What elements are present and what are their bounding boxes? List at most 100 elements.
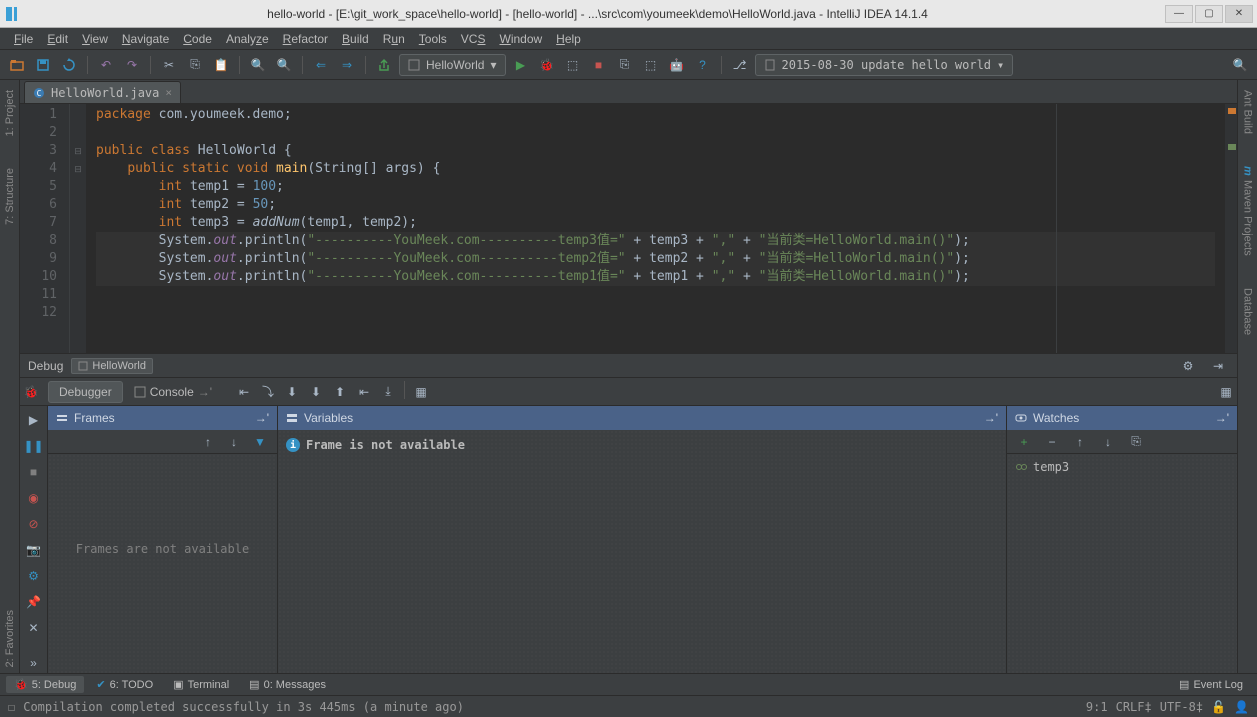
prev-frame-icon[interactable]: ↑ xyxy=(197,431,219,453)
remove-watch-icon[interactable]: − xyxy=(1041,431,1063,453)
tool-tab-ant[interactable]: Ant Build xyxy=(1240,84,1256,140)
variables-body[interactable]: i Frame is not available xyxy=(278,430,1006,673)
step-over-icon[interactable]: ⤵ xyxy=(257,381,279,403)
menu-build[interactable]: Build xyxy=(336,30,375,48)
attach-icon[interactable]: ⎘ xyxy=(614,54,636,76)
make-icon[interactable] xyxy=(373,54,395,76)
dump-icon[interactable]: 📷 xyxy=(24,540,44,560)
menu-navigate[interactable]: Navigate xyxy=(116,30,175,48)
refresh-icon[interactable] xyxy=(58,54,80,76)
tool-tab-maven[interactable]: m Maven Projects xyxy=(1240,160,1256,262)
search-icon[interactable]: 🔍 xyxy=(1229,54,1251,76)
add-watch-icon[interactable]: + xyxy=(1013,431,1035,453)
menu-file[interactable]: File xyxy=(8,30,39,48)
menu-edit[interactable]: Edit xyxy=(41,30,74,48)
move-down-icon[interactable]: ↓ xyxy=(1097,431,1119,453)
drop-frame-icon[interactable]: ⇤ xyxy=(353,381,375,403)
editor-tab-helloworld[interactable]: C HelloWorld.java × xyxy=(24,81,181,103)
watches-body[interactable]: temp3 xyxy=(1007,454,1237,673)
debug-bug-icon[interactable]: 🐞 xyxy=(20,381,42,403)
bottom-tab-debug[interactable]: 🐞 5: Debug xyxy=(6,676,84,693)
gear-icon[interactable]: ⚙ xyxy=(1177,355,1199,377)
tab-console[interactable]: Console →' xyxy=(123,381,223,403)
hide-icon[interactable]: ⇥ xyxy=(1207,355,1229,377)
resume-icon[interactable]: ▶ xyxy=(24,410,44,430)
layout-icon[interactable]: ▦ xyxy=(1215,381,1237,403)
tab-debugger[interactable]: Debugger xyxy=(48,381,123,403)
pause-icon[interactable]: ❚❚ xyxy=(24,436,44,456)
close-icon[interactable]: ✕ xyxy=(24,618,44,638)
step-into-icon[interactable]: ⬇ xyxy=(281,381,303,403)
vcs-log-dropdown[interactable]: 2015-08-30 update hello world ▾ xyxy=(755,54,1014,76)
code-area[interactable]: package com.youmeek.demo; public class H… xyxy=(86,104,1225,353)
collapse-icon[interactable]: →' xyxy=(984,411,998,425)
step-out-icon[interactable]: ⬆ xyxy=(329,381,351,403)
more-icon[interactable]: » xyxy=(24,653,44,673)
frames-body[interactable]: Frames are not available xyxy=(48,454,277,673)
editor-overview-ruler[interactable] xyxy=(1225,104,1237,353)
bottom-tab-messages[interactable]: ▤ 0: Messages xyxy=(241,676,334,693)
redo-icon[interactable]: ↷ xyxy=(121,54,143,76)
move-up-icon[interactable]: ↑ xyxy=(1069,431,1091,453)
run-config-dropdown[interactable]: HelloWorld ▾ xyxy=(399,54,506,76)
help-icon[interactable]: ? xyxy=(692,54,714,76)
run-to-cursor-icon[interactable]: ⤓ xyxy=(377,381,399,403)
copy-icon[interactable]: ⎘ xyxy=(184,54,206,76)
close-button[interactable]: ✕ xyxy=(1225,5,1253,23)
forward-icon[interactable]: ⇒ xyxy=(336,54,358,76)
replace-icon[interactable]: 🔍 xyxy=(273,54,295,76)
bottom-tab-terminal[interactable]: ▣ Terminal xyxy=(165,676,237,693)
stop-icon[interactable]: ■ xyxy=(24,462,44,482)
maximize-button[interactable]: ▢ xyxy=(1195,5,1223,23)
evaluate-icon[interactable]: ▦ xyxy=(410,381,432,403)
force-step-into-icon[interactable]: ⬇ xyxy=(305,381,327,403)
menu-code[interactable]: Code xyxy=(177,30,218,48)
menu-run[interactable]: Run xyxy=(377,30,411,48)
menu-vcs[interactable]: VCS xyxy=(455,30,492,48)
find-icon[interactable]: 🔍 xyxy=(247,54,269,76)
stop-icon[interactable]: ■ xyxy=(588,54,610,76)
profile-icon[interactable]: ⬚ xyxy=(640,54,662,76)
android-icon[interactable]: 🤖 xyxy=(666,54,688,76)
view-breakpoints-icon[interactable]: ◉ xyxy=(24,488,44,508)
tool-tab-favorites[interactable]: 2: Favorites xyxy=(2,604,18,673)
save-icon[interactable] xyxy=(32,54,54,76)
cursor-position[interactable]: 9:1 xyxy=(1086,700,1108,714)
status-indicator-icon[interactable]: ☐ xyxy=(8,700,15,714)
collapse-icon[interactable]: →' xyxy=(255,411,269,425)
tool-tab-database[interactable]: Database xyxy=(1240,282,1256,341)
show-execution-icon[interactable]: ⇤ xyxy=(233,381,255,403)
bottom-tab-eventlog[interactable]: ▤ Event Log xyxy=(1171,676,1251,693)
coverage-icon[interactable]: ⬚ xyxy=(562,54,584,76)
pin-icon[interactable]: 📌 xyxy=(24,592,44,612)
filter-icon[interactable]: ▼ xyxy=(249,431,271,453)
mute-breakpoints-icon[interactable]: ⊘ xyxy=(24,514,44,534)
debug-config-chip[interactable]: HelloWorld xyxy=(71,358,153,374)
collapse-icon[interactable]: →' xyxy=(1215,411,1229,425)
tool-tab-structure[interactable]: 7: Structure xyxy=(2,162,18,231)
editor[interactable]: 1234 5678 9101112 ⊟⊟ package com.youmeek… xyxy=(20,104,1237,353)
cut-icon[interactable]: ✂ xyxy=(158,54,180,76)
watch-item[interactable]: temp3 xyxy=(1015,460,1229,474)
settings-icon[interactable]: ⚙ xyxy=(24,566,44,586)
debug-icon[interactable]: 🐞 xyxy=(536,54,558,76)
menu-refactor[interactable]: Refactor xyxy=(277,30,334,48)
paste-icon[interactable]: 📋 xyxy=(210,54,232,76)
file-encoding[interactable]: UTF-8‡ xyxy=(1160,700,1203,714)
vcs-icon[interactable]: ⎇ xyxy=(729,54,751,76)
hector-icon[interactable]: 👤 xyxy=(1234,700,1249,714)
readonly-icon[interactable]: 🔓 xyxy=(1211,700,1226,714)
undo-icon[interactable]: ↶ xyxy=(95,54,117,76)
menu-analyze[interactable]: Analyze xyxy=(220,30,275,48)
back-icon[interactable]: ⇐ xyxy=(310,54,332,76)
open-icon[interactable] xyxy=(6,54,28,76)
line-separator[interactable]: CRLF‡ xyxy=(1116,700,1152,714)
bottom-tab-todo[interactable]: ✔ 6: TODO xyxy=(88,676,161,693)
copy-icon[interactable]: ⎘ xyxy=(1125,431,1147,453)
run-icon[interactable]: ▶ xyxy=(510,54,532,76)
menu-view[interactable]: View xyxy=(76,30,114,48)
menu-window[interactable]: Window xyxy=(493,30,548,48)
minimize-button[interactable]: — xyxy=(1165,5,1193,23)
tool-tab-project[interactable]: 1: Project xyxy=(2,84,18,142)
menu-help[interactable]: Help xyxy=(550,30,587,48)
